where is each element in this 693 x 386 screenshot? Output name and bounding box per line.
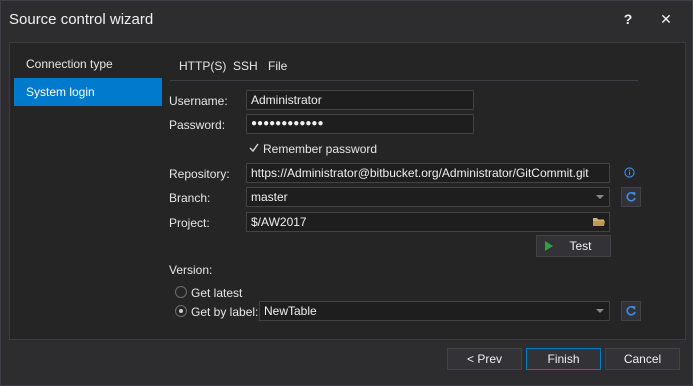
folder-icon[interactable] bbox=[592, 216, 606, 228]
window-title: Source control wizard bbox=[9, 11, 154, 28]
branch-label: Branch: bbox=[169, 191, 211, 205]
username-input[interactable]: Administrator bbox=[246, 90, 474, 110]
cancel-button[interactable]: Cancel bbox=[605, 348, 680, 370]
remember-password-checkbox[interactable] bbox=[248, 142, 260, 154]
project-input[interactable]: $/AW2017 bbox=[246, 212, 610, 232]
project-value: $/AW2017 bbox=[251, 215, 307, 229]
remember-password-label[interactable]: Remember password bbox=[263, 142, 377, 156]
nav-item-system-login[interactable]: System login bbox=[14, 78, 162, 106]
version-label: Version: bbox=[169, 263, 213, 277]
finish-button[interactable]: Finish bbox=[526, 348, 601, 370]
refresh-label-button[interactable] bbox=[621, 301, 641, 321]
refresh-icon bbox=[626, 306, 636, 316]
refresh-icon bbox=[626, 192, 636, 202]
get-latest-radio[interactable] bbox=[175, 286, 187, 298]
password-input[interactable]: ●●●●●●●●●●●● bbox=[246, 114, 474, 134]
chevron-down-icon bbox=[596, 195, 604, 199]
prev-button[interactable]: < Prev bbox=[447, 348, 522, 370]
password-label: Password: bbox=[169, 118, 226, 132]
get-by-label-radio[interactable] bbox=[175, 305, 187, 317]
info-icon[interactable] bbox=[624, 167, 635, 178]
test-button[interactable]: Test bbox=[536, 235, 611, 257]
tab-ssh[interactable]: SSH bbox=[233, 59, 258, 73]
repository-label: Repository: bbox=[169, 167, 230, 181]
wizard-body: Connection type System login HTTP(S) SSH… bbox=[9, 42, 686, 340]
chevron-down-icon bbox=[596, 309, 604, 313]
username-label: Username: bbox=[169, 94, 228, 108]
repository-input[interactable]: https://Administrator@bitbucket.org/Admi… bbox=[246, 163, 610, 183]
get-by-label-label[interactable]: Get by label: bbox=[191, 305, 258, 319]
refresh-branch-button[interactable] bbox=[621, 187, 641, 207]
tab-https[interactable]: HTTP(S) bbox=[179, 59, 226, 73]
get-latest-label[interactable]: Get latest bbox=[191, 286, 242, 300]
tab-file[interactable]: File bbox=[268, 59, 287, 73]
help-button[interactable]: ? bbox=[617, 9, 639, 29]
source-control-wizard-window: Source control wizard ? ✕ Connection typ… bbox=[0, 0, 693, 386]
nav-item-connection-type[interactable]: Connection type bbox=[14, 50, 162, 78]
project-label: Project: bbox=[169, 216, 210, 230]
close-button[interactable]: ✕ bbox=[655, 9, 677, 29]
test-label: Test bbox=[569, 239, 592, 253]
play-icon bbox=[545, 241, 553, 251]
tab-underline bbox=[170, 80, 638, 81]
title-bar: Source control wizard ? ✕ bbox=[1, 1, 692, 37]
label-dropdown[interactable]: NewTable bbox=[259, 301, 610, 321]
label-value: NewTable bbox=[264, 304, 317, 318]
branch-value: master bbox=[251, 190, 288, 204]
branch-dropdown[interactable]: master bbox=[246, 187, 610, 207]
